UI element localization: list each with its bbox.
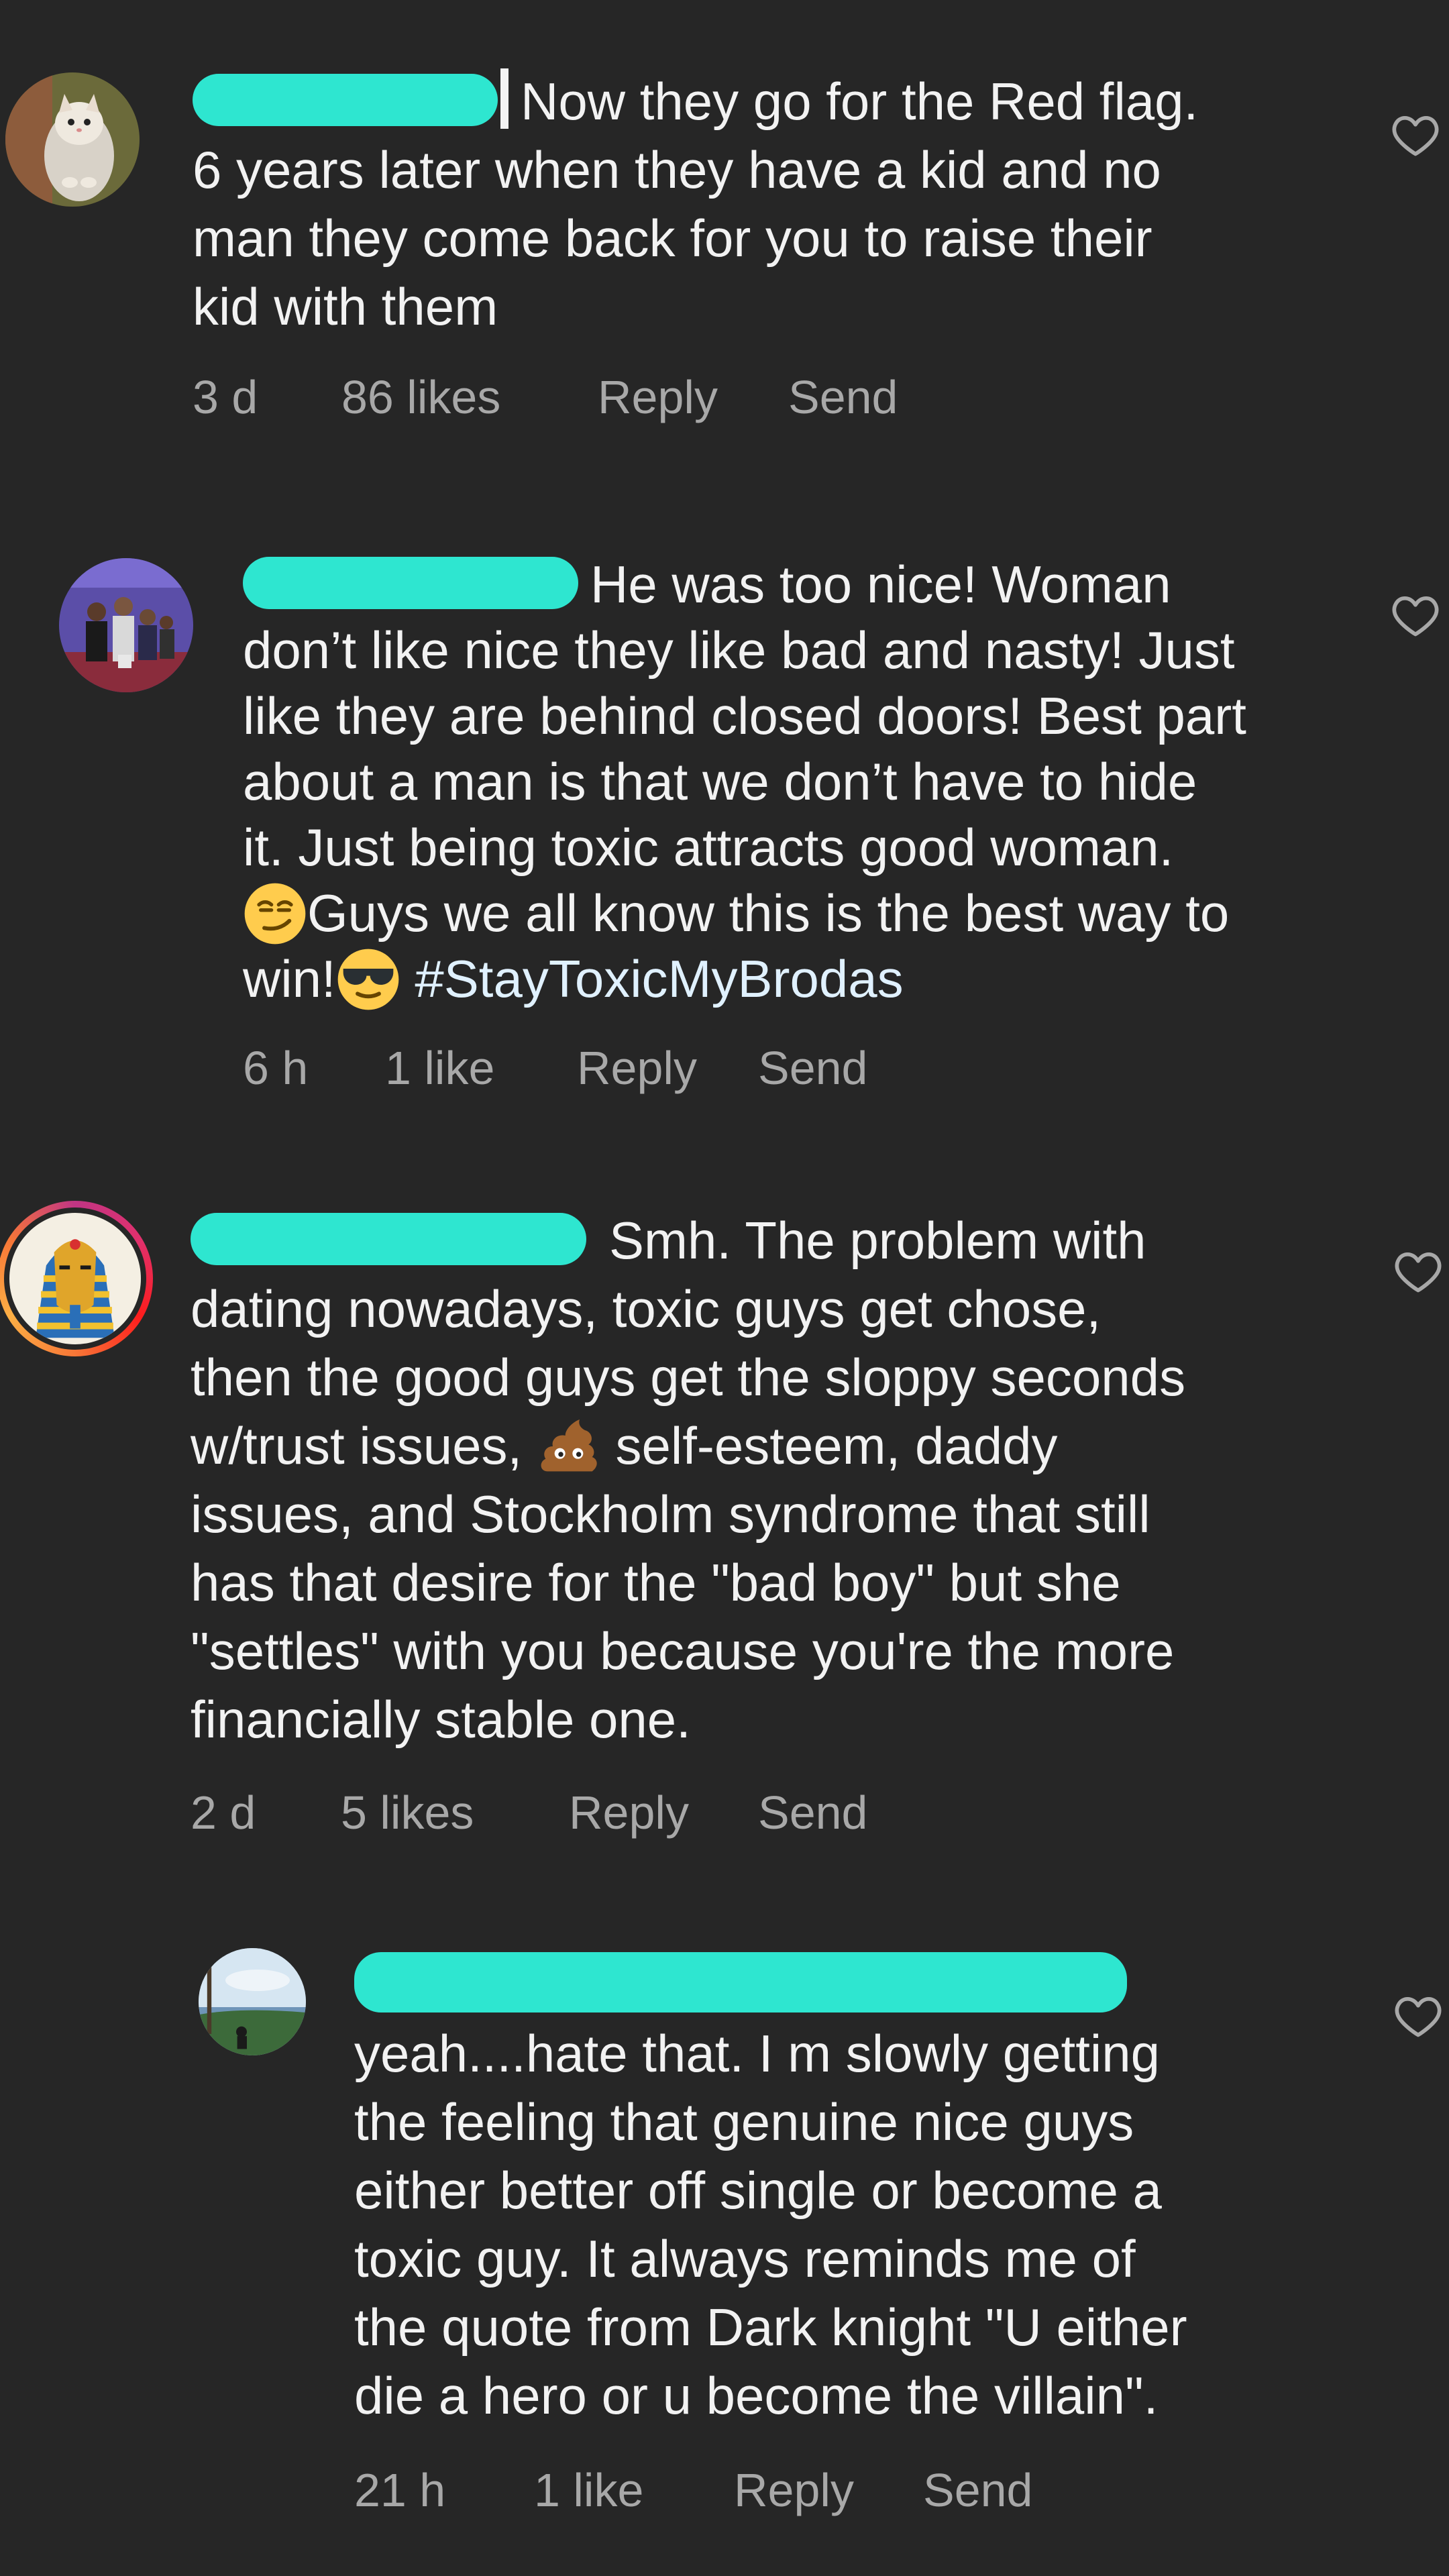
likes-count[interactable]: 5 likes — [341, 1786, 474, 1839]
pile-of-poo-emoji — [537, 1414, 601, 1479]
send-button[interactable]: Send — [758, 1041, 867, 1095]
comment-meta: 3 d 86 likes Reply Send — [193, 370, 1132, 424]
heart-outline-icon[interactable] — [1391, 593, 1440, 637]
group-photo-avatar-image — [59, 558, 193, 692]
comment-text-tail: issues, and Stockholm syndrome that stil… — [191, 1485, 1175, 1749]
comment-text-win: win! — [243, 949, 336, 1008]
comment-meta: 6 h 1 like Reply Send — [243, 1041, 1182, 1095]
landscape-avatar-image — [199, 1948, 306, 2055]
redacted-username[interactable] — [193, 74, 498, 126]
comment-text-rest: dating nowadays, toxic guys get chose, t… — [191, 1279, 1186, 1407]
sunglasses-face-emoji — [336, 947, 400, 1012]
send-button[interactable]: Send — [758, 1786, 867, 1839]
comment-text: Now they go for the Red flag. 6 years la… — [193, 67, 1387, 341]
pharaoh-avatar-image — [9, 1213, 141, 1344]
avatar[interactable] — [199, 1948, 306, 2055]
avatar-story-ring[interactable] — [0, 1201, 153, 1356]
hashtag-link[interactable]: #StayToxicMyBrodas — [415, 949, 903, 1008]
comment-meta: 2 d 5 likes Reply Send — [191, 1786, 1130, 1839]
avatar[interactable] — [59, 558, 193, 692]
likes-count[interactable]: 1 like — [385, 1041, 494, 1095]
send-button[interactable]: Send — [923, 2463, 1032, 2517]
smirking-face-emoji — [243, 881, 307, 946]
reply-button[interactable]: Reply — [577, 1041, 697, 1095]
comment-text-line1: Now they go for the Red flag. — [521, 72, 1199, 131]
avatar[interactable] — [5, 72, 140, 207]
heart-outline-icon[interactable] — [1394, 1994, 1442, 2038]
comment-text-rest: 6 years later when they have a kid and n… — [193, 140, 1161, 336]
avatar — [9, 1213, 141, 1344]
reply-button[interactable]: Reply — [569, 1786, 689, 1839]
text-cursor-fragment — [500, 68, 508, 129]
heart-outline-icon[interactable] — [1391, 113, 1440, 157]
redacted-username[interactable] — [354, 1952, 1127, 2012]
reply-button[interactable]: Reply — [598, 370, 718, 424]
comment-meta: 21 h 1 like Reply Send — [354, 2463, 1293, 2517]
redacted-username[interactable] — [243, 557, 578, 609]
comment-text-emoji-pre: w/trust issues, — [191, 1416, 537, 1475]
likes-count[interactable]: 1 like — [534, 2463, 643, 2517]
send-button[interactable]: Send — [788, 370, 898, 424]
heart-outline-icon[interactable] — [1394, 1249, 1442, 1293]
kitten-avatar-image — [5, 72, 140, 207]
comment-text-line1: Smh. The problem with — [609, 1211, 1146, 1270]
comment-text-rest: don’t like nice they like bad and nasty!… — [243, 621, 1246, 877]
comment-text: Smh. The problem with dating nowadays, t… — [191, 1206, 1398, 1754]
likes-count[interactable]: 86 likes — [341, 370, 500, 424]
comment-text-emoji-post: self-esteem, daddy — [600, 1416, 1058, 1475]
comment-timestamp: 6 h — [243, 1042, 309, 1094]
comment-timestamp: 3 d — [193, 371, 258, 423]
comment-text: yeah....hate that. I m slowly getting th… — [354, 2019, 1374, 2430]
reply-button[interactable]: Reply — [734, 2463, 854, 2517]
comment-text-body: yeah....hate that. I m slowly getting th… — [354, 2024, 1187, 2425]
comment-text-emoji-line: Guys we all know this is the best way to — [307, 883, 1230, 943]
redacted-username[interactable] — [191, 1213, 586, 1265]
comment-text: He was too nice! Woman don’t like nice t… — [243, 551, 1397, 1012]
comment-timestamp: 2 d — [191, 1786, 256, 1839]
comment-timestamp: 21 h — [354, 2464, 446, 2516]
comment-text-line1: He was too nice! Woman — [590, 555, 1171, 614]
